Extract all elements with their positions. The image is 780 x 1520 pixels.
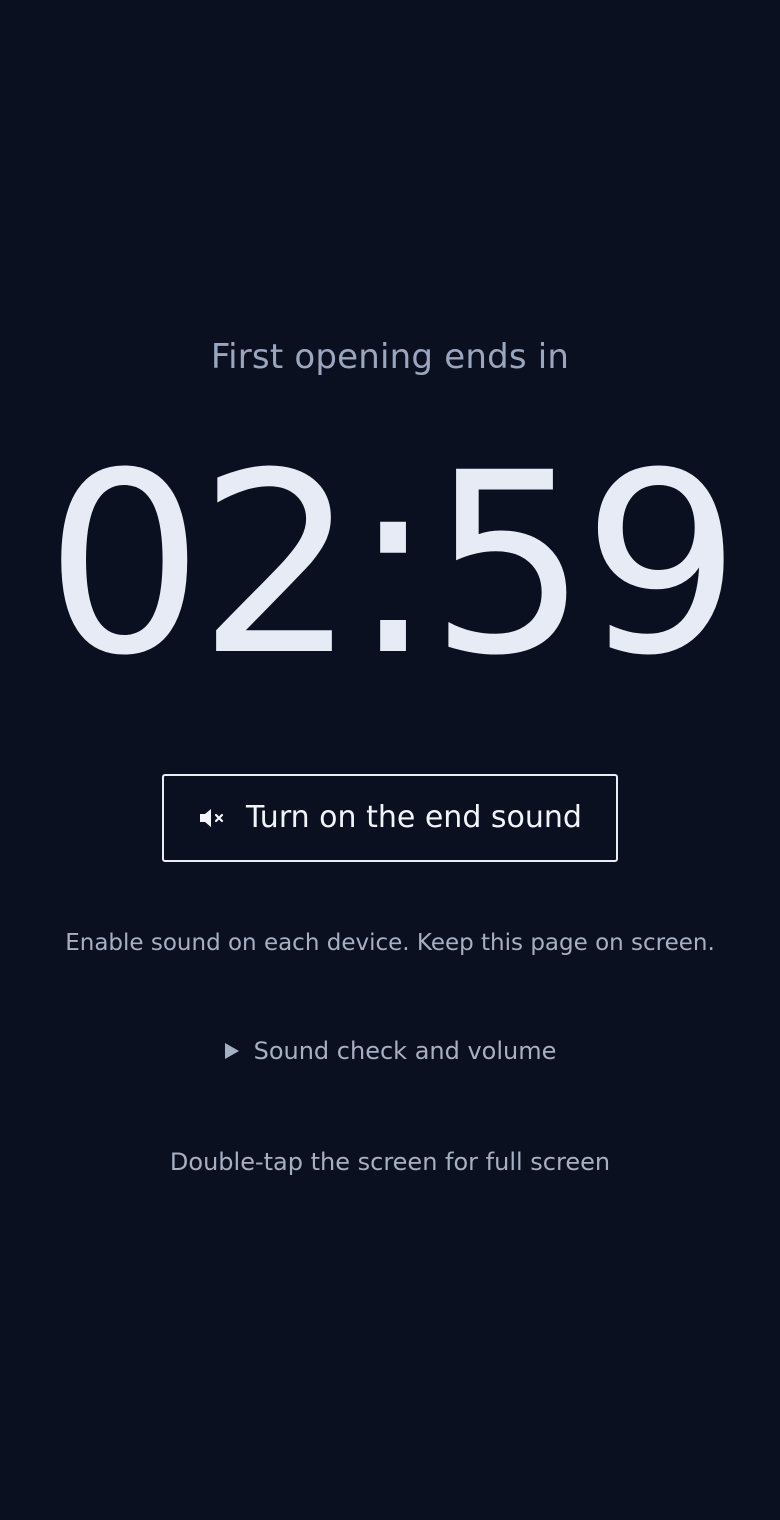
speaker-muted-icon [198,806,226,830]
sound-check-label: Sound check and volume [253,1037,557,1065]
device-sound-hint: Enable sound on each device. Keep this p… [65,930,715,956]
timer-screen[interactable]: First opening ends in 02:59 Turn on the … [0,0,780,1520]
phase-label: First opening ends in [210,337,570,377]
countdown-display: 02:59 [44,419,741,710]
fullscreen-hint: Double-tap the screen for full screen [169,1148,611,1176]
disclosure-triangle-right-icon [224,1042,240,1060]
sound-button-label: Turn on the end sound [246,800,582,835]
sound-check-toggle[interactable]: Sound check and volume [0,1034,780,1068]
turn-on-end-sound-button[interactable]: Turn on the end sound [162,774,618,862]
